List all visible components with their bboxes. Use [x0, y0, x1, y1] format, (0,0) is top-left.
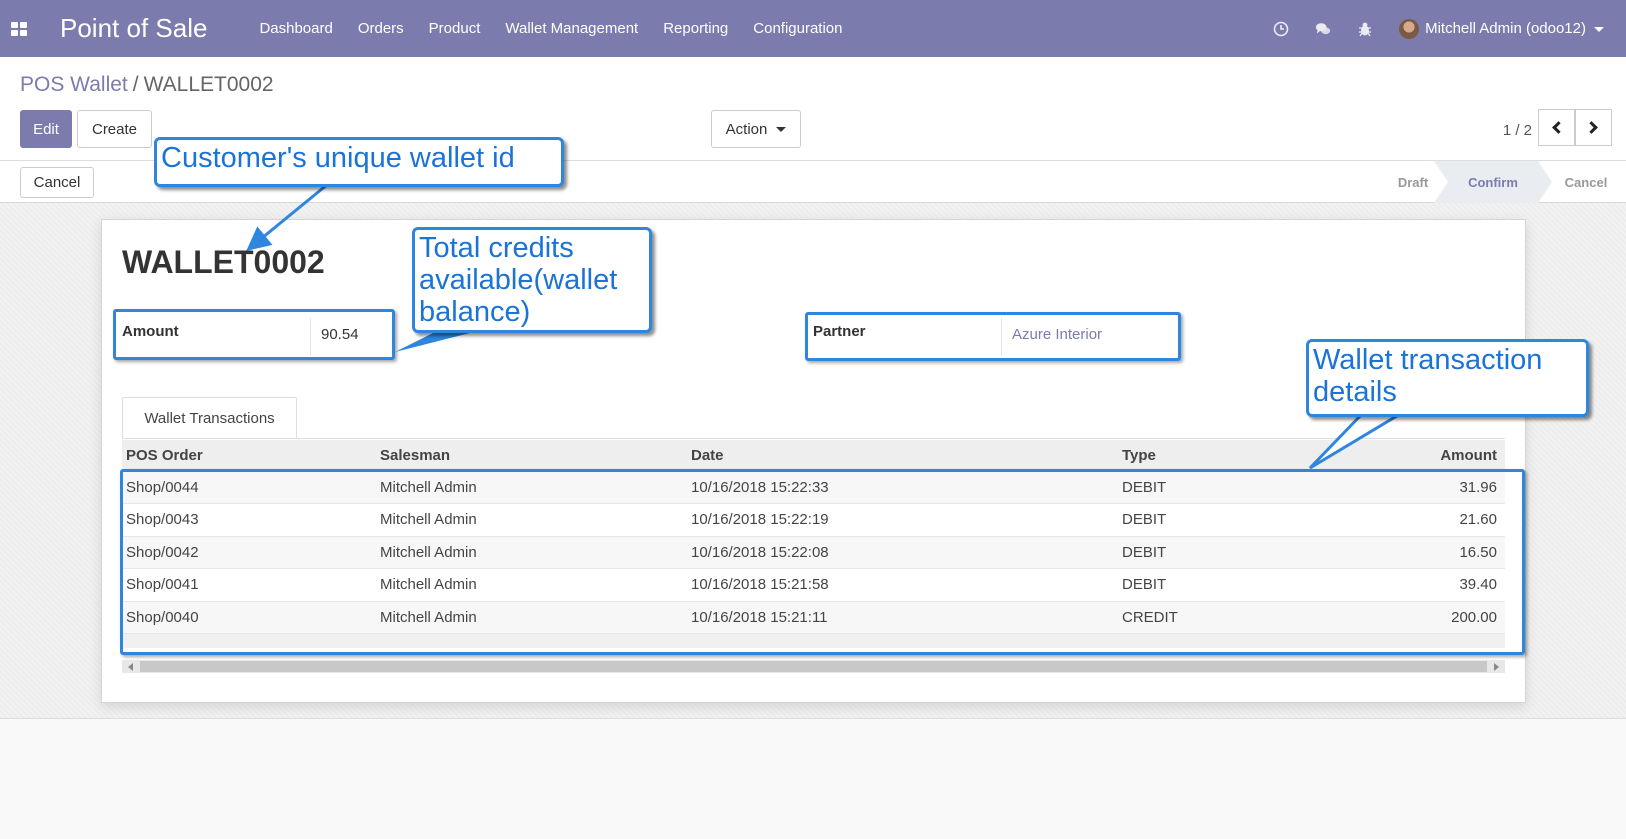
pager-previous-button[interactable]	[1538, 109, 1575, 146]
breadcrumb-separator: /	[132, 73, 139, 96]
scroll-left-icon[interactable]	[128, 663, 133, 671]
tab-wallet-transactions[interactable]: Wallet Transactions	[122, 397, 297, 439]
status-bar: Draft Confirm Cancel	[1378, 161, 1626, 203]
scrollbar-thumb[interactable]	[140, 661, 1487, 672]
edit-button[interactable]: Edit	[20, 110, 72, 148]
col-type[interactable]: Type	[1118, 440, 1305, 472]
annotation-total-credits: Total credits available(wallet balance)	[412, 227, 652, 333]
annotation-highlight-transactions	[120, 469, 1525, 655]
annotation-highlight-partner	[805, 312, 1181, 361]
col-amount[interactable]: Amount	[1305, 440, 1505, 472]
annotation-wallet-transactions-line1: Wallet transaction	[1313, 344, 1543, 376]
menu-orders[interactable]: Orders	[358, 20, 404, 37]
annotation-highlight-amount	[113, 309, 395, 360]
apps-icon[interactable]	[11, 21, 29, 36]
action-dropdown[interactable]: Action	[711, 110, 801, 148]
caret-down-icon	[1594, 26, 1604, 32]
menu-product[interactable]: Product	[429, 20, 481, 37]
cancel-button[interactable]: Cancel	[20, 167, 94, 198]
table-header-row: POS Order Salesman Date Type Amount	[122, 440, 1505, 472]
app-title[interactable]: Point of Sale	[60, 13, 207, 44]
user-name: Mitchell Admin (odoo12)	[1425, 20, 1586, 37]
pager-value[interactable]: 1 / 2	[1503, 122, 1532, 139]
tab-divider	[122, 438, 1505, 439]
horizontal-scrollbar[interactable]	[122, 660, 1505, 673]
create-button[interactable]: Create	[77, 110, 152, 148]
annotation-wallet-transactions: Wallet transaction details	[1306, 339, 1589, 417]
action-label: Action	[725, 120, 768, 138]
menu-wallet-management[interactable]: Wallet Management	[505, 20, 638, 37]
col-salesman[interactable]: Salesman	[376, 440, 687, 472]
menu-configuration[interactable]: Configuration	[753, 20, 842, 37]
menu-dashboard[interactable]: Dashboard	[259, 20, 332, 37]
menu-reporting[interactable]: Reporting	[663, 20, 728, 37]
chevron-right-icon	[1585, 121, 1598, 134]
annotation-total-credits-line2: available(wallet	[419, 264, 618, 296]
annotation-wallet-id: Customer's unique wallet id	[154, 137, 564, 187]
chevron-left-icon	[1552, 121, 1565, 134]
col-date[interactable]: Date	[687, 440, 1118, 472]
clock-icon[interactable]	[1273, 21, 1289, 37]
scroll-right-icon[interactable]	[1494, 663, 1499, 671]
status-confirm[interactable]: Confirm	[1434, 161, 1552, 203]
user-menu[interactable]: Mitchell Admin (odoo12)	[1425, 20, 1604, 37]
breadcrumb-parent[interactable]: POS Wallet	[20, 73, 128, 96]
chat-icon[interactable]	[1315, 21, 1331, 37]
user-avatar[interactable]	[1399, 18, 1420, 39]
breadcrumb: POS Wallet / WALLET0002	[20, 73, 274, 97]
record-title: WALLET0002	[122, 244, 325, 280]
caret-down-icon	[776, 126, 787, 132]
annotation-total-credits-line3: balance)	[419, 296, 531, 328]
breadcrumb-current: WALLET0002	[143, 73, 274, 96]
main-menu: Dashboard Orders Product Wallet Manageme…	[259, 20, 867, 37]
pager-next-button[interactable]	[1575, 109, 1612, 146]
bug-icon[interactable]	[1357, 21, 1373, 37]
systray: Mitchell Admin (odoo12)	[1273, 0, 1626, 57]
status-cancel[interactable]: Cancel	[1538, 161, 1626, 203]
col-pos-order[interactable]: POS Order	[122, 440, 376, 472]
top-navbar: Point of Sale Dashboard Orders Product W…	[0, 0, 1626, 57]
annotation-wallet-transactions-line2: details	[1313, 376, 1397, 408]
annotation-total-credits-line1: Total credits	[419, 232, 574, 264]
